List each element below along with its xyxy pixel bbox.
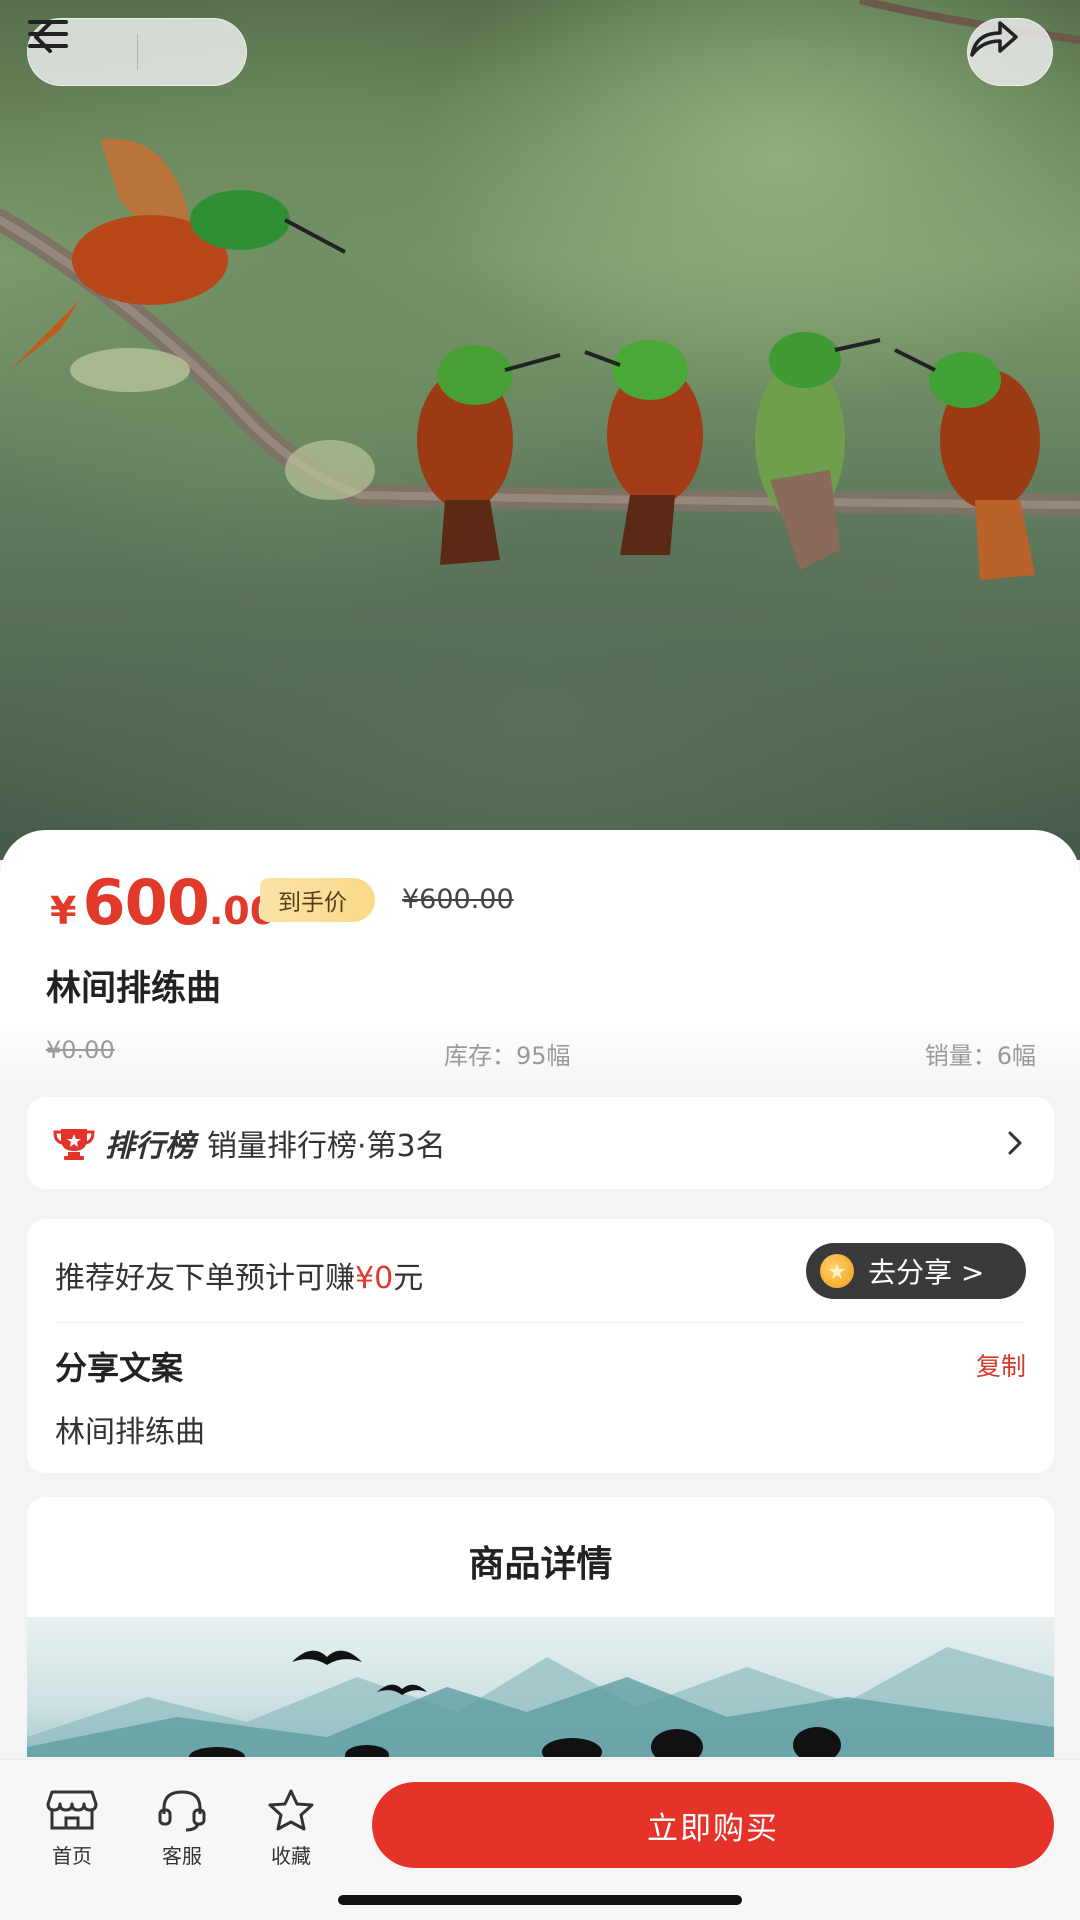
- share-button[interactable]: [967, 18, 1053, 86]
- recommend-text: 推荐好友下单预计可赚¥0元: [55, 1253, 423, 1297]
- go-share-label: 去分享 >: [868, 1256, 985, 1289]
- product-detail-card: 商品详情: [27, 1497, 1054, 1757]
- nav-customer-service[interactable]: 客服: [137, 1788, 227, 1869]
- go-share-button[interactable]: 去分享 >: [806, 1243, 1026, 1299]
- recommend-amount: ¥0: [355, 1261, 394, 1296]
- coin-icon: [820, 1254, 854, 1288]
- nav-favorite[interactable]: 收藏: [246, 1788, 336, 1869]
- stock-count: 库存：95幅: [444, 1042, 571, 1070]
- share-card: 推荐好友下单预计可赚¥0元 去分享 > 分享文案 复制 林间排练曲: [27, 1219, 1054, 1473]
- original-price: ¥600.00: [402, 884, 514, 915]
- home-indicator: [338, 1895, 742, 1905]
- recommend-prefix: 推荐好友下单预计可赚: [55, 1261, 355, 1296]
- store-icon: [46, 1788, 98, 1836]
- buy-now-button[interactable]: 立即购买: [372, 1782, 1054, 1868]
- divider: [55, 1322, 1026, 1323]
- hummingbirds-illustration: [0, 0, 1080, 580]
- ranking-row[interactable]: 排行榜 销量排行榜·第3名: [27, 1097, 1054, 1189]
- detail-title: 商品详情: [468, 1544, 613, 1585]
- nav-pill: [27, 18, 247, 86]
- ranking-logo-text: 排行榜: [105, 1129, 195, 1164]
- product-info-card: ¥ 600 .00 到手价 ¥600.00 林间排练曲 ¥0.00 库存：95幅…: [0, 830, 1080, 1080]
- sales-count: 销量：6幅: [924, 1042, 1036, 1070]
- chevron-right-icon: [1006, 1129, 1024, 1161]
- copy-button[interactable]: 复制: [976, 1347, 1026, 1383]
- ranking-text: 销量排行榜·第3名: [207, 1129, 446, 1164]
- price: ¥ 600 .00: [50, 866, 276, 939]
- nav-home-label: 首页: [52, 1844, 92, 1868]
- meta-price: ¥0.00: [46, 1036, 115, 1064]
- nav-favorite-label: 收藏: [271, 1844, 311, 1868]
- nav-customer-service-label: 客服: [162, 1844, 202, 1868]
- recommend-suffix: 元: [393, 1261, 424, 1296]
- menu-button[interactable]: [28, 18, 246, 86]
- price-integer: 600: [82, 866, 209, 939]
- currency-symbol: ¥: [50, 889, 77, 933]
- star-icon: [265, 1788, 317, 1836]
- share-copy-text: 林间排练曲: [55, 1415, 205, 1450]
- final-price-badge: 到手价: [260, 878, 375, 922]
- product-hero-image: [0, 0, 1080, 860]
- share-copy-title: 分享文案: [55, 1349, 184, 1387]
- nav-home[interactable]: 首页: [27, 1788, 117, 1869]
- trophy-icon: [53, 1125, 95, 1161]
- detail-image: [27, 1617, 1054, 1757]
- product-title: 林间排练曲: [46, 969, 222, 1009]
- headset-icon: [156, 1788, 208, 1836]
